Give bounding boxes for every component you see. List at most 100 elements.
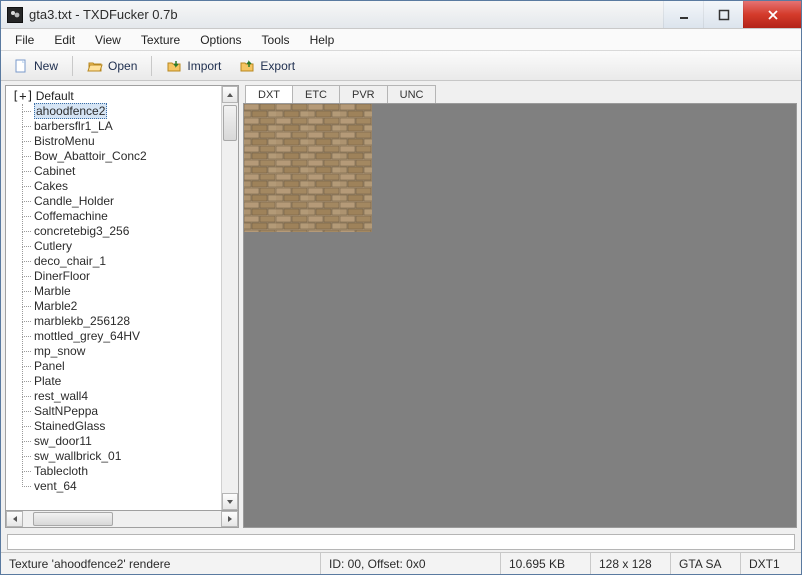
- tree-item-label: sw_wallbrick_01: [34, 449, 121, 463]
- new-button[interactable]: New: [7, 56, 64, 76]
- export-button[interactable]: Export: [233, 56, 301, 76]
- tree-item[interactable]: Tablecloth: [20, 464, 221, 479]
- texture-tree[interactable]: [+]Default ahoodfence2barbersflr1_LABist…: [6, 86, 221, 510]
- tree-item-label: vent_64: [34, 479, 77, 493]
- menu-tools[interactable]: Tools: [254, 31, 298, 49]
- menu-file[interactable]: File: [7, 31, 42, 49]
- tree-item[interactable]: BistroMenu: [20, 134, 221, 149]
- tree-item[interactable]: SaltNPeppa: [20, 404, 221, 419]
- status-game: GTA SA: [671, 553, 741, 574]
- tree-item-label: Marble2: [34, 299, 77, 313]
- scroll-track[interactable]: [222, 103, 238, 493]
- scroll-left-icon[interactable]: [6, 511, 23, 527]
- menu-bar: File Edit View Texture Options Tools Hel…: [1, 29, 801, 51]
- tree-item[interactable]: Marble: [20, 284, 221, 299]
- tree-item-label: mp_snow: [34, 344, 85, 358]
- tree-item[interactable]: Plate: [20, 374, 221, 389]
- tree-item[interactable]: Marble2: [20, 299, 221, 314]
- tree-item-label: SaltNPeppa: [34, 404, 98, 418]
- tab-dxt[interactable]: DXT: [245, 85, 293, 103]
- export-icon: [239, 58, 255, 74]
- scroll-right-icon[interactable]: [221, 511, 238, 527]
- tree-item[interactable]: Cutlery: [20, 239, 221, 254]
- tree-item[interactable]: ahoodfence2: [20, 104, 221, 119]
- status-dimensions: 128 x 128: [591, 553, 671, 574]
- expand-icon[interactable]: [+]: [12, 89, 34, 103]
- toolbar-separator: [151, 56, 152, 76]
- tree-horizontal-scrollbar[interactable]: [5, 511, 239, 528]
- tree-item[interactable]: sw_wallbrick_01: [20, 449, 221, 464]
- tree-root[interactable]: [+]Default: [12, 88, 221, 104]
- tree-item[interactable]: deco_chair_1: [20, 254, 221, 269]
- minimize-button[interactable]: [663, 1, 703, 28]
- tree-item-label: rest_wall4: [34, 389, 88, 403]
- import-button[interactable]: Import: [160, 56, 227, 76]
- tree-item[interactable]: DinerFloor: [20, 269, 221, 284]
- tree-item[interactable]: barbersflr1_LA: [20, 119, 221, 134]
- menu-view[interactable]: View: [87, 31, 129, 49]
- preview-panel: DXT ETC PVR UNC: [243, 85, 797, 528]
- toolbar-separator: [72, 56, 73, 76]
- tree-item-label: Cutlery: [34, 239, 72, 253]
- tree-item-label: DinerFloor: [34, 269, 90, 283]
- tree-item[interactable]: Candle_Holder: [20, 194, 221, 209]
- tree-item[interactable]: mottled_grey_64HV: [20, 329, 221, 344]
- folder-open-icon: [87, 58, 103, 74]
- menu-texture[interactable]: Texture: [133, 31, 188, 49]
- maximize-button[interactable]: [703, 1, 743, 28]
- tree-item[interactable]: Cabinet: [20, 164, 221, 179]
- open-label: Open: [108, 59, 137, 73]
- status-filesize: 10.695 KB: [501, 553, 591, 574]
- progress-bar: [7, 534, 795, 550]
- scroll-track[interactable]: [23, 511, 221, 527]
- scroll-up-icon[interactable]: [222, 86, 238, 103]
- tree-item-label: Coffemachine: [34, 209, 108, 223]
- title-bar[interactable]: gta3.txt - TXDFucker 0.7b: [1, 1, 801, 29]
- scroll-down-icon[interactable]: [222, 493, 238, 510]
- tree-item-label: Panel: [34, 359, 65, 373]
- tree-vertical-scrollbar[interactable]: [221, 86, 238, 510]
- open-button[interactable]: Open: [81, 56, 143, 76]
- tree-item[interactable]: mp_snow: [20, 344, 221, 359]
- export-label: Export: [260, 59, 295, 73]
- tree-item-label: Cabinet: [34, 164, 75, 178]
- import-label: Import: [187, 59, 221, 73]
- tree-panel: [+]Default ahoodfence2barbersflr1_LABist…: [5, 85, 239, 528]
- scroll-thumb[interactable]: [33, 512, 113, 526]
- tab-etc[interactable]: ETC: [292, 85, 340, 103]
- tree-item[interactable]: Panel: [20, 359, 221, 374]
- workspace: [+]Default ahoodfence2barbersflr1_LABist…: [1, 81, 801, 532]
- tree-item[interactable]: marblekb_256128: [20, 314, 221, 329]
- tree-item[interactable]: vent_64: [20, 479, 221, 494]
- texture-viewer[interactable]: [243, 103, 797, 528]
- root-label: Default: [36, 89, 74, 103]
- scroll-thumb[interactable]: [223, 105, 237, 141]
- tree-item[interactable]: sw_door11: [20, 434, 221, 449]
- new-label: New: [34, 59, 58, 73]
- tree-item-label: mottled_grey_64HV: [34, 329, 140, 343]
- tree-item[interactable]: concretebig3_256: [20, 224, 221, 239]
- tree-item[interactable]: Bow_Abattoir_Conc2: [20, 149, 221, 164]
- tree-item[interactable]: Coffemachine: [20, 209, 221, 224]
- menu-options[interactable]: Options: [192, 31, 249, 49]
- tree-item-label: marblekb_256128: [34, 314, 130, 328]
- tree-item[interactable]: Cakes: [20, 179, 221, 194]
- toolbar: New Open Import Export: [1, 51, 801, 81]
- menu-help[interactable]: Help: [302, 31, 343, 49]
- tree-item-label: concretebig3_256: [34, 224, 129, 238]
- tree-item-label: Marble: [34, 284, 71, 298]
- import-icon: [166, 58, 182, 74]
- tree-item-label: Plate: [34, 374, 61, 388]
- texture-preview: [244, 104, 372, 232]
- tree-item-label: Candle_Holder: [34, 194, 114, 208]
- tree-item[interactable]: rest_wall4: [20, 389, 221, 404]
- tree-item-label: Bow_Abattoir_Conc2: [34, 149, 147, 163]
- status-message: Texture 'ahoodfence2' rendere: [1, 553, 321, 574]
- status-format: DXT1: [741, 553, 801, 574]
- tree-item[interactable]: StainedGlass: [20, 419, 221, 434]
- tab-pvr[interactable]: PVR: [339, 85, 388, 103]
- close-button[interactable]: [743, 1, 801, 28]
- window-title: gta3.txt - TXDFucker 0.7b: [29, 7, 178, 22]
- menu-edit[interactable]: Edit: [46, 31, 83, 49]
- tab-unc[interactable]: UNC: [387, 85, 437, 103]
